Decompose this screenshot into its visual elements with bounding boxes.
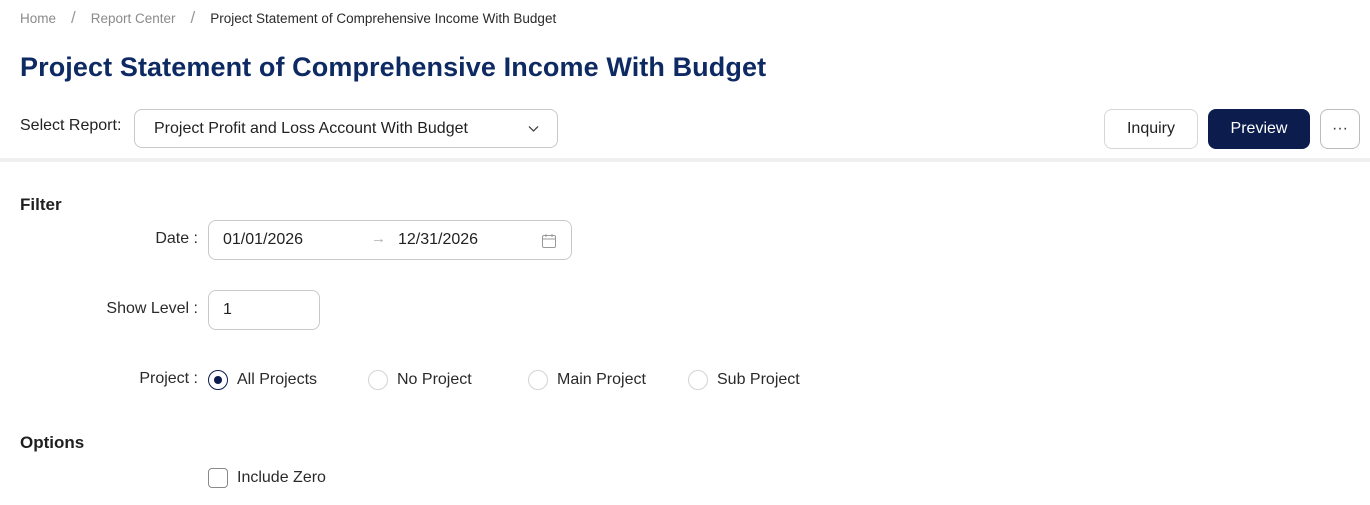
more-options-button[interactable]: ··· <box>1320 109 1360 149</box>
radio-no-project[interactable]: No Project <box>368 369 472 391</box>
arrow-right-icon: → <box>371 230 386 247</box>
include-zero-label: Include Zero <box>237 469 326 486</box>
radio-all-projects[interactable]: All Projects <box>208 369 317 391</box>
breadcrumb-separator: / <box>71 8 76 27</box>
chevron-down-icon <box>528 126 539 132</box>
filter-section-title: Filter <box>20 195 62 214</box>
calendar-icon <box>542 234 556 248</box>
include-zero-checkbox[interactable]: Include Zero <box>208 467 326 489</box>
breadcrumb-separator: / <box>190 8 196 27</box>
radio-unchecked-icon <box>368 370 388 390</box>
project-label: Project : <box>139 370 198 387</box>
header-divider <box>0 158 1370 162</box>
radio-unchecked-icon <box>528 370 548 390</box>
radio-label: No Project <box>397 371 472 388</box>
date-start-value[interactable]: 01/01/2026 <box>223 231 303 249</box>
show-level-input[interactable] <box>208 290 320 330</box>
breadcrumb: Home / Report Center / Project Statement… <box>20 8 557 27</box>
breadcrumb-home[interactable]: Home <box>20 11 56 26</box>
page-title: Project Statement of Comprehensive Incom… <box>20 52 767 82</box>
checkbox-icon <box>208 468 228 488</box>
breadcrumb-report-center[interactable]: Report Center <box>91 11 176 26</box>
report-select-dropdown[interactable]: Project Profit and Loss Account With Bud… <box>134 109 558 148</box>
inquiry-button[interactable]: Inquiry <box>1104 109 1198 149</box>
radio-main-project[interactable]: Main Project <box>528 369 646 391</box>
breadcrumb-current: Project Statement of Comprehensive Incom… <box>210 10 557 26</box>
options-section-title: Options <box>20 433 85 452</box>
radio-checked-icon <box>208 370 228 390</box>
radio-label: Main Project <box>557 371 646 388</box>
report-select-value: Project Profit and Loss Account With Bud… <box>154 119 468 137</box>
radio-label: All Projects <box>237 371 318 388</box>
radio-sub-project[interactable]: Sub Project <box>688 369 800 391</box>
preview-button[interactable]: Preview <box>1208 109 1310 149</box>
more-icon: ··· <box>1332 120 1348 137</box>
date-end-value[interactable]: 12/31/2026 <box>398 231 478 249</box>
date-range-picker[interactable]: 01/01/2026 → 12/31/2026 <box>208 220 572 260</box>
radio-label: Sub Project <box>717 371 800 388</box>
radio-unchecked-icon <box>688 370 708 390</box>
date-label: Date : <box>155 230 198 247</box>
select-report-label: Select Report: <box>20 117 122 134</box>
show-level-label: Show Level : <box>106 300 198 317</box>
